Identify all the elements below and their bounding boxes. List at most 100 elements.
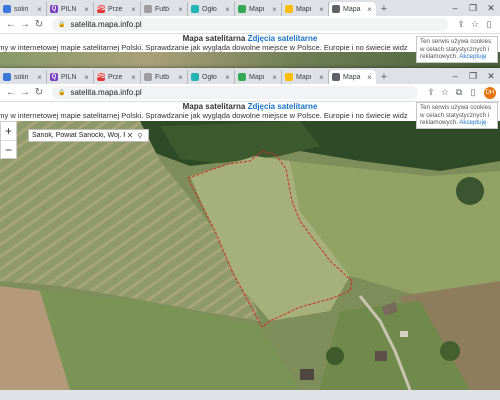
tab-title: Prze (108, 73, 123, 81)
close-tab-icon[interactable]: × (271, 5, 278, 14)
tab-title: Prze (108, 5, 123, 13)
close-tab-icon[interactable]: × (36, 5, 43, 14)
close-tab-icon[interactable]: × (83, 5, 90, 14)
browser-tab[interactable]: Mapa × (329, 70, 376, 84)
search-icon[interactable]: ⚲ (135, 132, 145, 140)
ps-logo-icon: PS (97, 5, 106, 13)
tab-title: Mapi (296, 5, 312, 13)
minimize-icon[interactable]: – (446, 68, 464, 84)
window-controls: – ❐ ✕ (446, 68, 500, 84)
close-tab-icon[interactable]: × (36, 73, 43, 82)
sidepanel-icon[interactable]: ▯ (482, 19, 496, 30)
reload-icon[interactable]: ↻ (32, 87, 46, 98)
site-subtitle-link[interactable]: Zdjęcia satelitarne (248, 102, 318, 111)
zoom-in-button[interactable]: + (1, 122, 16, 140)
location-search[interactable]: Sanok, Powiat Sanocki, Woj. Po ✕ ⚲ (28, 129, 149, 142)
map-pin-icon (238, 73, 246, 81)
browser-tab[interactable]: Mapi × (235, 2, 282, 16)
back-arrow-icon[interactable]: ← (4, 87, 18, 98)
browser-tab[interactable]: PS Prze × (94, 2, 141, 16)
browser-toolbar: ← → ↻ 🔒 satelita.mapa.info.pl ⇪ ☆ ▯ (0, 16, 500, 34)
close-tab-icon[interactable]: × (83, 73, 90, 82)
share-icon[interactable]: ⇪ (424, 87, 438, 98)
cookie-notice: Ten serwis używa cookies w celach statys… (416, 102, 498, 129)
foreground-browser-window: solin × Q PILN × PS Prze × Futb × Ogło × Mapi × Mapi × M… (0, 68, 500, 400)
forward-arrow-icon[interactable]: → (18, 19, 32, 30)
browser-tab[interactable]: Ogło × (188, 70, 235, 84)
map-pin-icon (238, 5, 246, 13)
tab-title: Futb (155, 5, 170, 13)
doc-icon (144, 73, 152, 81)
url-text: satelita.mapa.info.pl (70, 20, 142, 29)
tab-title: Futb (155, 73, 170, 81)
cookie-accept-link[interactable]: Akceptuję (459, 53, 486, 60)
extensions-icon[interactable]: ⧉ (452, 87, 466, 98)
close-tab-icon[interactable]: × (318, 73, 325, 82)
tab-title: solin (14, 5, 29, 13)
search-input[interactable]: Sanok, Powiat Sanocki, Woj. Po (32, 132, 125, 139)
clear-icon[interactable]: ✕ (125, 131, 135, 140)
search-q-icon: Q (50, 5, 58, 13)
browser-tab[interactable]: Futb × (141, 2, 188, 16)
close-tab-icon[interactable]: × (177, 5, 184, 14)
site-subtitle-link[interactable]: Zdjęcia satelitarne (248, 34, 318, 43)
browser-tab[interactable]: Mapi × (282, 2, 329, 16)
lock-icon: 🔒 (58, 22, 66, 28)
new-tab-button[interactable]: + (376, 70, 392, 84)
address-bar[interactable]: 🔒 satelita.mapa.info.pl (52, 86, 418, 99)
browser-tab[interactable]: Mapi × (282, 70, 329, 84)
globe-icon (332, 73, 340, 81)
close-tab-icon[interactable]: × (130, 73, 137, 82)
tab-strip: solin × Q PILN × PS Prze × Futb × Ogło × Mapi × Mapi × M… (0, 0, 500, 16)
close-window-icon[interactable]: ✕ (482, 0, 500, 16)
browser-toolbar: ← → ↻ 🔒 satelita.mapa.info.pl ⇪ ☆ ⧉ ▯ DH (0, 84, 500, 102)
close-tab-icon[interactable]: × (271, 73, 278, 82)
close-tab-icon[interactable]: × (366, 73, 373, 82)
forward-arrow-icon[interactable]: → (18, 87, 32, 98)
cookie-notice: Ten serwis używa cookies w celach statys… (416, 36, 498, 63)
doc-icon (3, 73, 11, 81)
restore-icon[interactable]: ❐ (464, 68, 482, 84)
close-tab-icon[interactable]: × (224, 5, 231, 14)
back-arrow-icon[interactable]: ← (4, 19, 18, 30)
close-tab-icon[interactable]: × (366, 5, 373, 14)
sidepanel-icon[interactable]: ▯ (466, 87, 480, 98)
browser-tab[interactable]: Q PILN × (47, 70, 94, 84)
globe-icon (332, 5, 340, 13)
tab-title: PILN (61, 5, 77, 13)
browser-tab[interactable]: PS Prze × (94, 70, 141, 84)
browser-tab[interactable]: solin × (0, 70, 47, 84)
share-icon[interactable]: ⇪ (454, 19, 468, 30)
minimize-icon[interactable]: – (446, 0, 464, 16)
close-tab-icon[interactable]: × (177, 73, 184, 82)
url-text: satelita.mapa.info.pl (70, 88, 142, 97)
star-icon[interactable]: ☆ (468, 19, 482, 30)
cookie-accept-link[interactable]: Akceptuję (459, 119, 486, 126)
new-tab-button[interactable]: + (376, 2, 392, 16)
reload-icon[interactable]: ↻ (32, 19, 46, 30)
browser-tab[interactable]: Mapa × (329, 2, 376, 16)
address-bar[interactable]: 🔒 satelita.mapa.info.pl (52, 18, 448, 31)
profile-avatar[interactable]: DH (484, 86, 496, 99)
zoom-control: + − (0, 121, 17, 159)
tab-title: Mapi (296, 73, 312, 81)
star-icon[interactable]: ☆ (438, 87, 452, 98)
browser-tab[interactable]: solin × (0, 2, 47, 16)
tab-title: solin (14, 73, 29, 81)
close-tab-icon[interactable]: × (130, 5, 137, 14)
zoom-out-button[interactable]: − (1, 140, 16, 158)
browser-tab[interactable]: Ogło × (188, 2, 235, 16)
restore-icon[interactable]: ❐ (464, 0, 482, 16)
close-window-icon[interactable]: ✕ (482, 68, 500, 84)
browser-tab[interactable]: Futb × (141, 70, 188, 84)
search-q-icon: Q (50, 73, 58, 81)
close-tab-icon[interactable]: × (318, 5, 325, 14)
browser-tab[interactable]: Q PILN × (47, 2, 94, 16)
close-tab-icon[interactable]: × (224, 73, 231, 82)
site-title: Mapa satelitarna (182, 34, 246, 43)
doc-icon (3, 5, 11, 13)
tab-title: PILN (61, 73, 77, 81)
olx-logo-icon (191, 5, 199, 13)
browser-tab[interactable]: Mapi × (235, 70, 282, 84)
satellite-map[interactable]: + − Sanok, Powiat Sanocki, Woj. Po ✕ ⚲ (0, 121, 500, 390)
